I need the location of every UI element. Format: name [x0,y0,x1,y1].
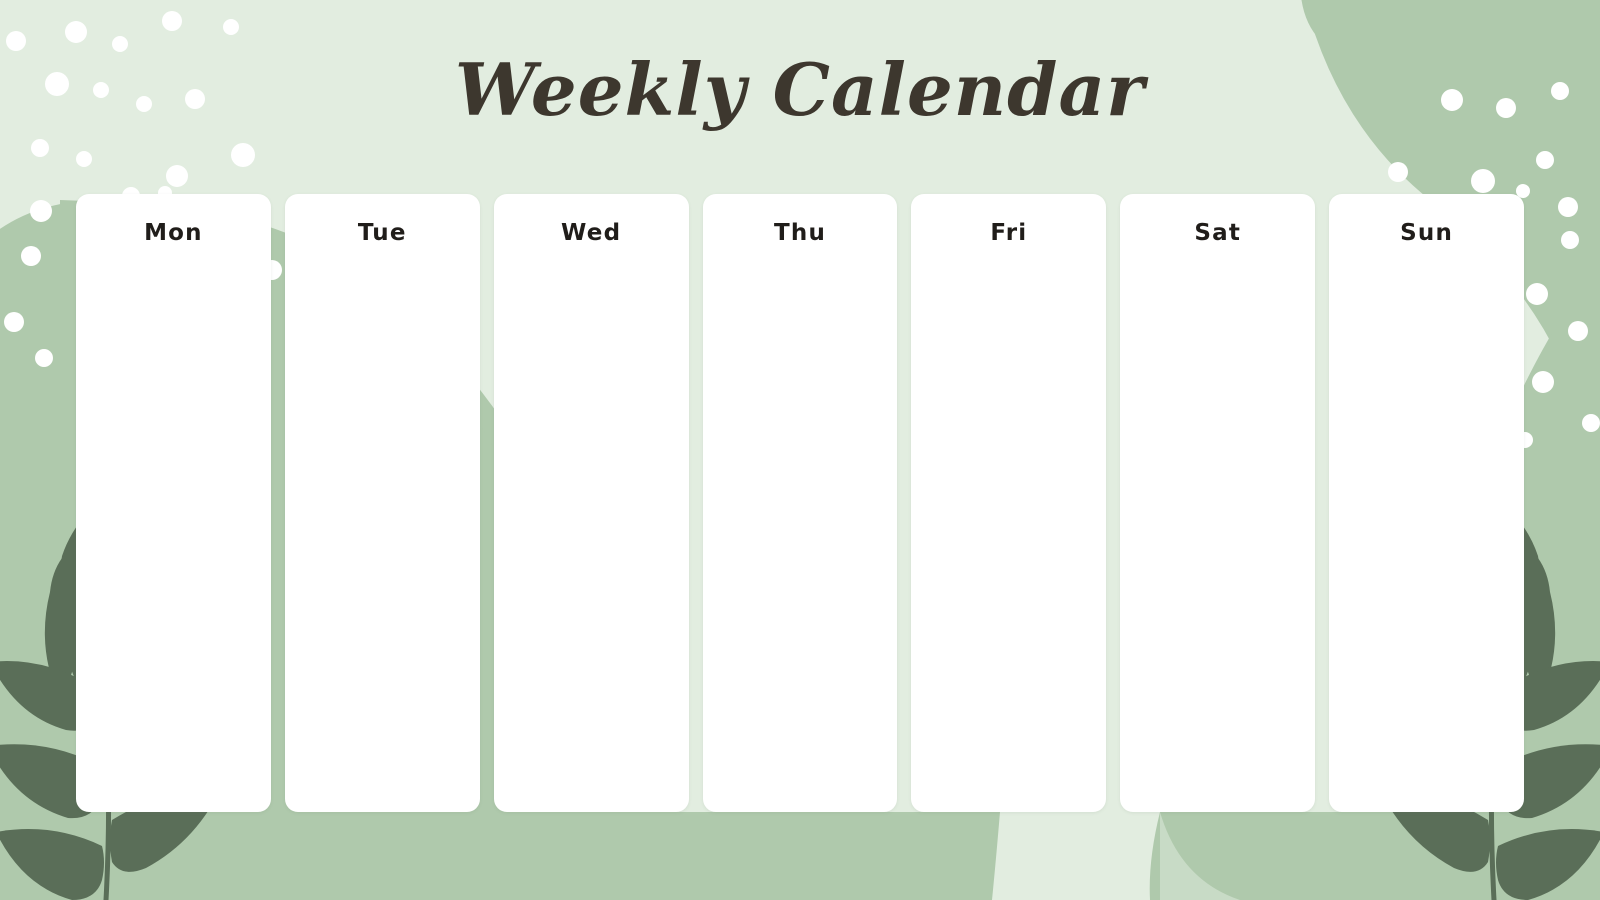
day-card-fri[interactable]: Fri [911,194,1107,812]
day-notes-thu[interactable] [703,246,898,812]
day-notes-wed[interactable] [494,246,689,812]
day-card-wed[interactable]: Wed [493,194,689,812]
day-label-tue: Tue [357,220,407,246]
day-notes-sun[interactable] [1329,246,1524,812]
day-label-thu: Thu [773,220,827,246]
day-card-sat[interactable]: Sat [1120,194,1316,812]
day-notes-mon[interactable] [76,246,271,812]
day-label-sun: Sun [1400,220,1454,246]
day-label-fri: Fri [990,220,1028,246]
day-notes-fri[interactable] [911,246,1106,812]
day-label-mon: Mon [144,220,203,246]
day-card-sun[interactable]: Sun [1329,194,1525,812]
page-title: Weekly Calendar [454,47,1146,132]
day-label-wed: Wed [561,220,622,246]
day-card-tue[interactable]: Tue [284,194,480,812]
weekly-calendar-page: Weekly Calendar Mon Tue Wed Thu Fri Sat [0,0,1600,900]
day-card-thu[interactable]: Thu [702,194,898,812]
day-label-sat: Sat [1194,220,1242,246]
day-card-mon[interactable]: Mon [76,194,271,812]
day-notes-tue[interactable] [285,246,480,812]
week-grid: Mon Tue Wed Thu Fri Sat Sun [76,194,1525,812]
bottom-green-band [0,812,1600,900]
bottom-band-light-notch [992,812,1160,900]
day-notes-sat[interactable] [1120,246,1315,812]
